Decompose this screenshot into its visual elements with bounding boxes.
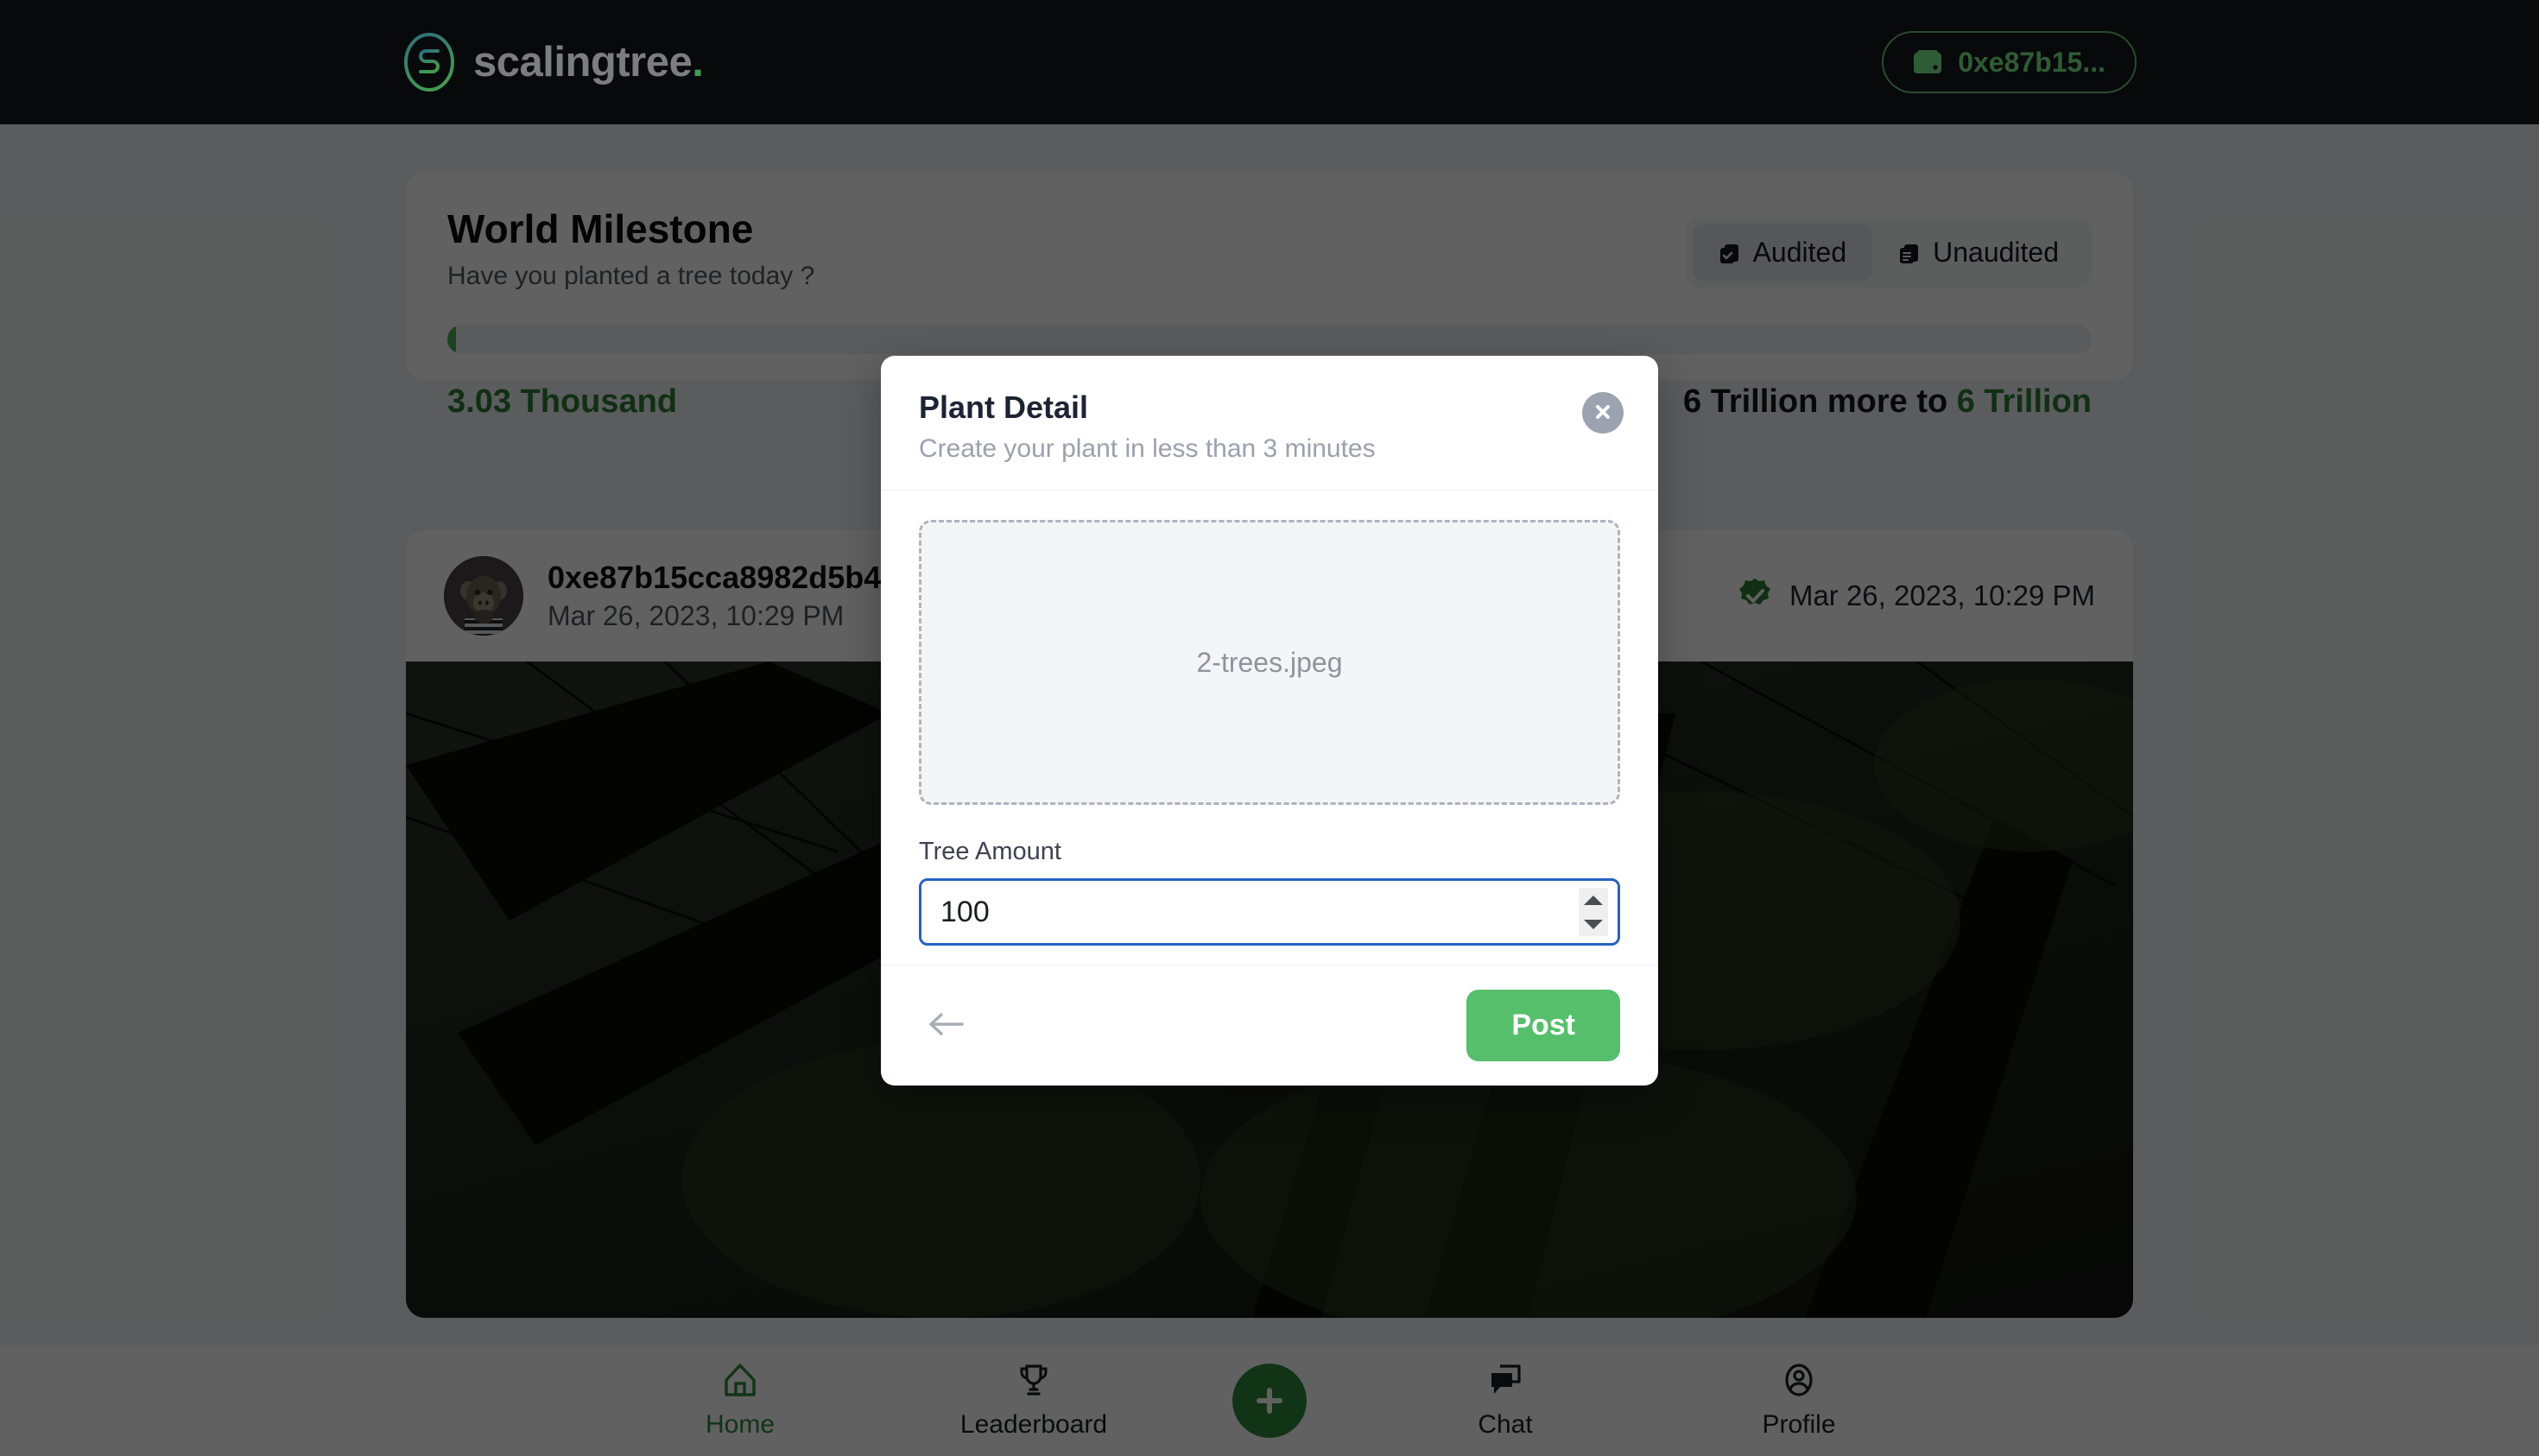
brand-name: scalingtree. (473, 38, 704, 85)
wallet-address-button[interactable]: 0xe87b15... (1882, 31, 2137, 93)
dropzone-filename: 2-trees.jpeg (1196, 646, 1343, 678)
wallet-icon (1913, 49, 1942, 75)
tab-audited-label: Audited (1752, 237, 1847, 268)
scalingtree-logo-icon (402, 32, 456, 92)
tab-audited[interactable]: Audited (1692, 225, 1873, 281)
modal-subtitle: Create your plant in less than 3 minutes (919, 434, 1376, 464)
tree-amount-field (919, 878, 1620, 946)
profile-icon (1780, 1361, 1818, 1402)
clipboard-check-icon (1719, 241, 1741, 265)
nav-item-leaderboard[interactable]: Leaderboard (887, 1361, 1181, 1440)
trophy-icon (1015, 1361, 1053, 1402)
app-header: scalingtree. 0xe87b15... (0, 0, 2539, 124)
nav-item-chat-label: Chat (1478, 1410, 1533, 1439)
app-root: scalingtree. 0xe87b15... World Milestone… (0, 0, 2539, 1456)
back-button[interactable] (919, 1003, 972, 1048)
post-author-address: 0xe87b15cca8982d5b41 (548, 559, 899, 595)
brand-dot: . (692, 38, 704, 85)
post-identity: 0xe87b15cca8982d5b41 Mar 26, 2023, 10:29… (548, 560, 898, 632)
milestone-current-count: 3.03 Thousand (447, 383, 678, 420)
milestone-progress-fill (447, 325, 456, 354)
avatar[interactable] (444, 556, 523, 636)
nav-item-chat[interactable]: Chat (1358, 1361, 1652, 1440)
nav-item-home[interactable]: Home (593, 1361, 887, 1440)
modal-body: 2-trees.jpeg Tree Amount (881, 490, 1658, 965)
tree-amount-label: Tree Amount (919, 838, 1061, 866)
world-milestone-card: World Milestone Have you planted a tree … (406, 173, 2133, 380)
nav-item-profile-label: Profile (1762, 1410, 1836, 1439)
modal-header: Plant Detail Create your plant in less t… (881, 356, 1658, 490)
quantity-stepper[interactable] (1579, 888, 1608, 937)
close-icon (1591, 400, 1615, 427)
stepper-down-icon[interactable] (1584, 919, 1603, 929)
file-dropzone[interactable]: 2-trees.jpeg (919, 520, 1620, 806)
post-verified-status: Mar 26, 2023, 10:29 PM (1736, 577, 2095, 615)
bottom-navigation: Home Leaderboard Chat Profile (0, 1344, 2539, 1456)
verified-seal-icon (1736, 577, 1774, 615)
create-plant-fab[interactable] (1232, 1363, 1307, 1438)
tab-unaudited-label: Unaudited (1933, 237, 2059, 268)
nav-item-home-label: Home (705, 1410, 776, 1439)
clipboard-list-icon (1898, 241, 1921, 265)
post-timestamp: Mar 26, 2023, 10:29 PM (548, 600, 845, 632)
plus-icon (1251, 1382, 1288, 1420)
home-icon (721, 1361, 759, 1402)
modal-footer: Post (881, 965, 1658, 1086)
milestone-progress-bar (447, 325, 2092, 354)
audit-filter-toggle: Audited Unaudited (1685, 218, 2092, 288)
tab-unaudited[interactable]: Unaudited (1872, 225, 2085, 281)
post-verified-timestamp: Mar 26, 2023, 10:29 PM (1789, 579, 2095, 611)
stepper-up-icon[interactable] (1584, 895, 1603, 905)
post-submit-button[interactable]: Post (1466, 990, 1620, 1062)
nav-item-leaderboard-label: Leaderboard (959, 1410, 1108, 1439)
chat-icon (1486, 1361, 1524, 1402)
arrow-left-icon (926, 1010, 966, 1041)
modal-title: Plant Detail (919, 389, 1089, 425)
brand-logo[interactable]: scalingtree. (402, 32, 704, 92)
milestone-goal-value: 6 Trillion (1956, 383, 2092, 420)
milestone-remaining-label: 6 Trillion more to 6 Trillion (1683, 383, 2092, 420)
tree-amount-input[interactable] (919, 878, 1620, 946)
nav-item-profile[interactable]: Profile (1652, 1361, 1946, 1440)
close-button[interactable] (1582, 392, 1624, 434)
plant-detail-modal: Plant Detail Create your plant in less t… (881, 356, 1658, 1086)
wallet-address-label: 0xe87b15... (1958, 46, 2105, 78)
